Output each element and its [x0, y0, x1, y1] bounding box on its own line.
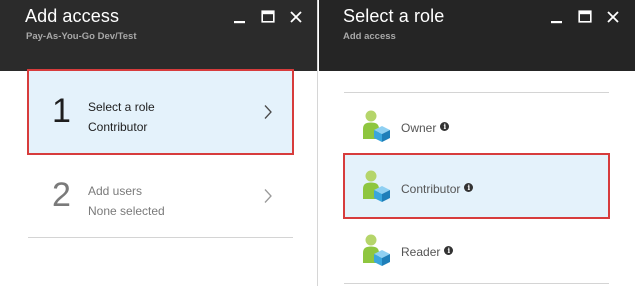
step-number: 2 — [52, 176, 71, 214]
role-list-divider — [344, 92, 609, 93]
minimize-icon[interactable] — [232, 9, 248, 25]
step-select-role[interactable]: 1 Select a role Contributor — [27, 69, 294, 155]
step-number: 1 — [52, 92, 71, 130]
close-icon[interactable] — [605, 9, 621, 25]
chevron-right-icon — [263, 188, 273, 204]
add-access-blade: Add access Pay-As-You-Go Dev/Test 1 Sele… — [0, 0, 318, 286]
minimize-icon[interactable] — [549, 9, 565, 25]
step-value: None selected — [88, 204, 165, 218]
step-value: Contributor — [88, 120, 148, 134]
info-icon[interactable]: i — [440, 122, 450, 131]
blade-title: Select a role — [343, 6, 445, 26]
role-contributor[interactable]: Contributor i — [343, 153, 610, 219]
blade-header: Select a role Add access — [319, 0, 635, 71]
role-name: Owner — [401, 121, 437, 135]
role-name: Reader — [401, 245, 441, 259]
step-title: Select a role — [88, 100, 155, 114]
close-icon[interactable] — [288, 9, 304, 25]
info-icon[interactable]: i — [444, 246, 454, 255]
role-name: Contributor — [401, 182, 461, 196]
blade-subtitle: Pay-As-You-Go Dev/Test — [26, 31, 137, 42]
step-title: Add users — [88, 184, 143, 198]
role-user-icon — [361, 169, 391, 203]
maximize-icon[interactable] — [577, 9, 593, 25]
chevron-right-icon — [263, 104, 273, 120]
role-user-icon — [361, 109, 391, 143]
info-icon[interactable]: i — [464, 183, 474, 192]
maximize-icon[interactable] — [260, 9, 276, 25]
blade-subtitle: Add access — [343, 31, 396, 42]
blade-header: Add access Pay-As-You-Go Dev/Test — [0, 0, 317, 71]
role-reader[interactable]: Reader i — [344, 220, 609, 284]
role-user-icon — [361, 233, 391, 267]
role-owner[interactable]: Owner i — [344, 96, 609, 160]
step-add-users[interactable]: 2 Add users None selected — [28, 154, 293, 238]
blade-title: Add access — [25, 6, 120, 26]
select-role-blade: Select a role Add access Owner i Contribu… — [319, 0, 635, 286]
